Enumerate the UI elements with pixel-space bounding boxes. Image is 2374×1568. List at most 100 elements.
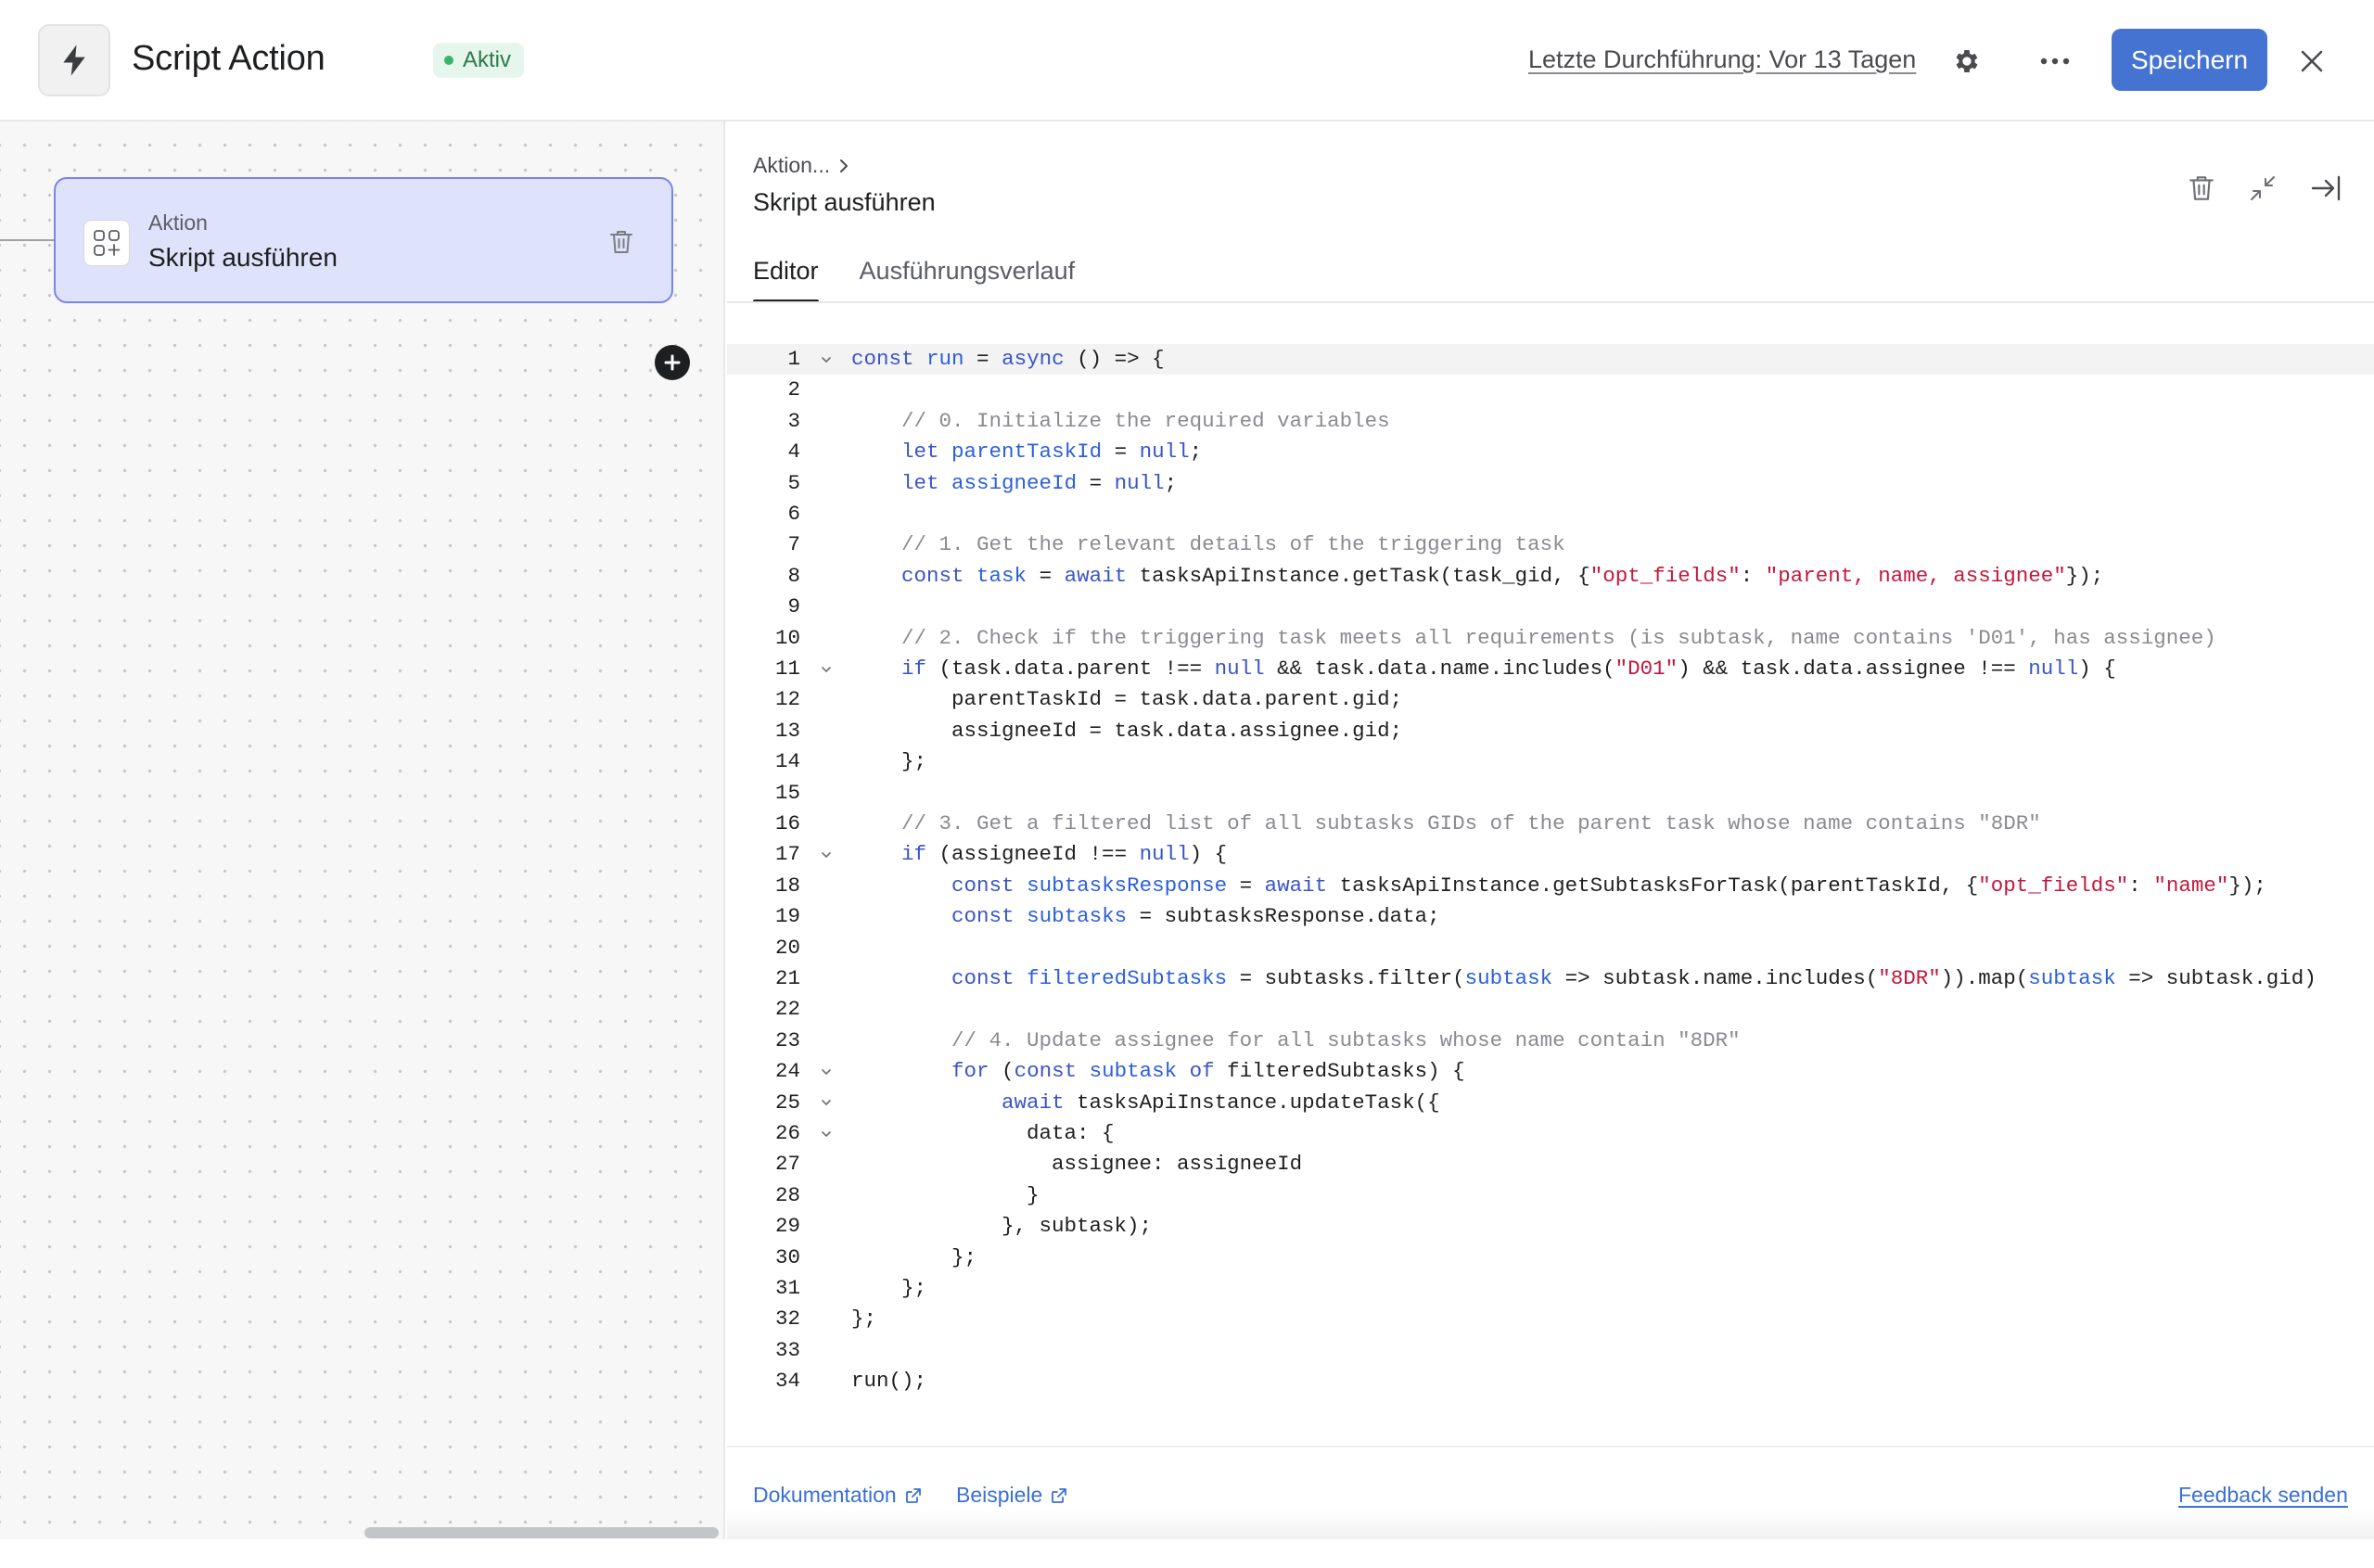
code-line[interactable]: 9 <box>727 592 2374 622</box>
line-number: 24 <box>774 1059 800 1084</box>
code-text: await tasksApiInstance.updateTask({ <box>1002 1090 1440 1115</box>
code-line[interactable]: 28 } <box>727 1180 2374 1211</box>
footer-divider <box>727 1446 2374 1447</box>
code-line[interactable]: 19 const subtasks = subtasksResponse.dat… <box>727 901 2374 932</box>
collapse-panel-right-icon[interactable] <box>2302 164 2350 212</box>
tab-execution-history[interactable]: Ausführungsverlauf <box>860 251 1076 303</box>
code-line[interactable]: 30 }; <box>727 1243 2374 1273</box>
code-text: if (task.data.parent !== null && task.da… <box>901 657 2116 681</box>
line-number: 13 <box>774 718 800 743</box>
code-line[interactable]: 11 if (task.data.parent !== null && task… <box>727 654 2374 684</box>
line-number: 7 <box>787 532 800 557</box>
code-text: const task = await tasksApiInstance.getT… <box>901 563 2104 588</box>
line-number: 20 <box>774 935 800 960</box>
external-link-icon <box>905 1487 921 1503</box>
code-line[interactable]: 32}; <box>727 1304 2374 1334</box>
code-line[interactable]: 17 if (assigneeId !== null) { <box>727 839 2374 870</box>
add-widget-icon <box>83 220 130 266</box>
code-line[interactable]: 29 }, subtask); <box>727 1211 2374 1242</box>
top-bar: Script Action Aktiv Letzte Durchführung:… <box>0 0 2374 121</box>
fold-chevron-icon[interactable] <box>817 1118 836 1149</box>
collapse-icon[interactable] <box>2239 164 2287 212</box>
code-line[interactable]: 6 <box>727 499 2374 529</box>
line-number: 1 <box>787 347 800 371</box>
code-line[interactable]: 8 const task = await tasksApiInstance.ge… <box>727 561 2374 592</box>
last-run-link[interactable]: Letzte Durchführung: Vor 13 Tagen <box>1528 45 1916 74</box>
examples-label: Beispiele <box>956 1483 1043 1507</box>
feedback-link[interactable]: Feedback senden <box>2178 1483 2348 1508</box>
code-text: parentTaskId = task.data.parent.gid; <box>851 687 1403 712</box>
breadcrumb[interactable]: Aktion... <box>753 153 850 178</box>
action-node[interactable]: Aktion Skript ausführen <box>54 177 673 303</box>
line-number: 16 <box>774 811 800 835</box>
fold-chevron-icon[interactable] <box>817 839 836 870</box>
more-horizontal-icon[interactable] <box>2031 37 2079 85</box>
code-line[interactable]: 7 // 1. Get the relevant details of the … <box>727 529 2374 560</box>
horizontal-scrollbar[interactable] <box>364 1527 719 1538</box>
code-line[interactable]: 34 run(); <box>727 1366 2374 1396</box>
code-text: let parentTaskId = null; <box>901 440 1203 465</box>
status-badge: Aktiv <box>433 43 525 78</box>
examples-link[interactable]: Beispiele <box>956 1483 1068 1508</box>
code-line[interactable]: 3 // 0. Initialize the required variable… <box>727 406 2374 437</box>
tab-editor[interactable]: Editor <box>753 251 819 303</box>
line-number: 32 <box>774 1307 800 1332</box>
workflow-canvas[interactable]: Aktion Skript ausführen <box>0 121 725 1539</box>
code-line[interactable]: 21 const filteredSubtasks = subtasks.fil… <box>727 963 2374 994</box>
code-line[interactable]: 26 data: { <box>727 1118 2374 1149</box>
code-text: // 0. Initialize the required variables <box>901 408 1390 433</box>
close-icon[interactable] <box>2288 37 2336 85</box>
line-number: 5 <box>787 470 800 495</box>
code-text: }; <box>851 1307 877 1332</box>
trash-icon[interactable] <box>605 225 638 259</box>
code-line[interactable]: 1 const run = async () => { <box>727 344 2374 376</box>
panel-bottom-fade <box>727 1509 2374 1539</box>
code-line[interactable]: 13 assigneeId = task.data.assignee.gid; <box>727 716 2374 746</box>
fold-chevron-icon[interactable] <box>817 1056 836 1087</box>
fold-chevron-icon[interactable] <box>817 654 836 684</box>
code-line[interactable]: 31 }; <box>727 1273 2374 1304</box>
code-line[interactable]: 15 <box>727 778 2374 809</box>
plus-circle-icon[interactable] <box>655 345 690 380</box>
line-number: 14 <box>774 749 800 774</box>
node-title: Skript ausführen <box>148 243 338 272</box>
external-link-icon <box>1052 1487 1067 1503</box>
code-line[interactable]: 12 parentTaskId = task.data.parent.gid; <box>727 684 2374 715</box>
code-text: for (const subtask of filteredSubtasks) … <box>951 1059 1465 1084</box>
code-line[interactable]: 33 <box>727 1335 2374 1366</box>
code-line[interactable]: 2 <box>727 375 2374 405</box>
code-editor[interactable]: 1 const run = async () => {2 3 // 0. Initi… <box>727 344 2374 1568</box>
line-number: 9 <box>787 594 800 619</box>
code-text: run(); <box>851 1369 927 1394</box>
side-panel: Aktion... Skript ausführen Editor Ausfüh… <box>727 121 2374 1539</box>
code-text: const subtasks = subtasksResponse.data; <box>951 904 1440 929</box>
line-number: 22 <box>774 997 800 1022</box>
code-text: // 2. Check if the triggering task meets… <box>901 625 2216 650</box>
code-line[interactable]: 22 <box>727 994 2374 1025</box>
fold-chevron-icon[interactable] <box>817 1088 836 1118</box>
line-number: 31 <box>774 1276 800 1300</box>
code-line[interactable]: 24 for (const subtask of filteredSubtask… <box>727 1056 2374 1087</box>
line-number: 23 <box>774 1027 800 1052</box>
code-line[interactable]: 16 // 3. Get a filtered list of all subt… <box>727 809 2374 839</box>
code-line[interactable]: 14 }; <box>727 746 2374 777</box>
code-line[interactable]: 4 let parentTaskId = null; <box>727 437 2374 467</box>
documentation-link[interactable]: Dokumentation <box>753 1483 923 1508</box>
code-text: const run = async () => { <box>851 347 1165 371</box>
code-line[interactable]: 5 let assigneeId = null; <box>727 468 2374 499</box>
line-number: 18 <box>774 873 800 898</box>
tab-divider <box>727 301 2374 303</box>
code-text: let assigneeId = null; <box>901 470 1178 495</box>
code-line[interactable]: 23 // 4. Update assignee for all subtask… <box>727 1026 2374 1056</box>
breadcrumb-label: Aktion... <box>753 153 831 177</box>
code-line[interactable]: 10 // 2. Check if the triggering task me… <box>727 623 2374 654</box>
save-button[interactable]: Speichern <box>2112 29 2267 91</box>
fold-chevron-icon[interactable] <box>817 344 836 375</box>
code-line[interactable]: 20 <box>727 933 2374 963</box>
trash-icon[interactable] <box>2177 164 2226 212</box>
gear-icon[interactable] <box>1943 37 1991 85</box>
code-line[interactable]: 18 const subtasksResponse = await tasksA… <box>727 871 2374 901</box>
code-line[interactable]: 27 assignee: assigneeId <box>727 1149 2374 1179</box>
code-line[interactable]: 25 await tasksApiInstance.updateTask({ <box>727 1088 2374 1118</box>
line-number: 3 <box>787 408 800 433</box>
